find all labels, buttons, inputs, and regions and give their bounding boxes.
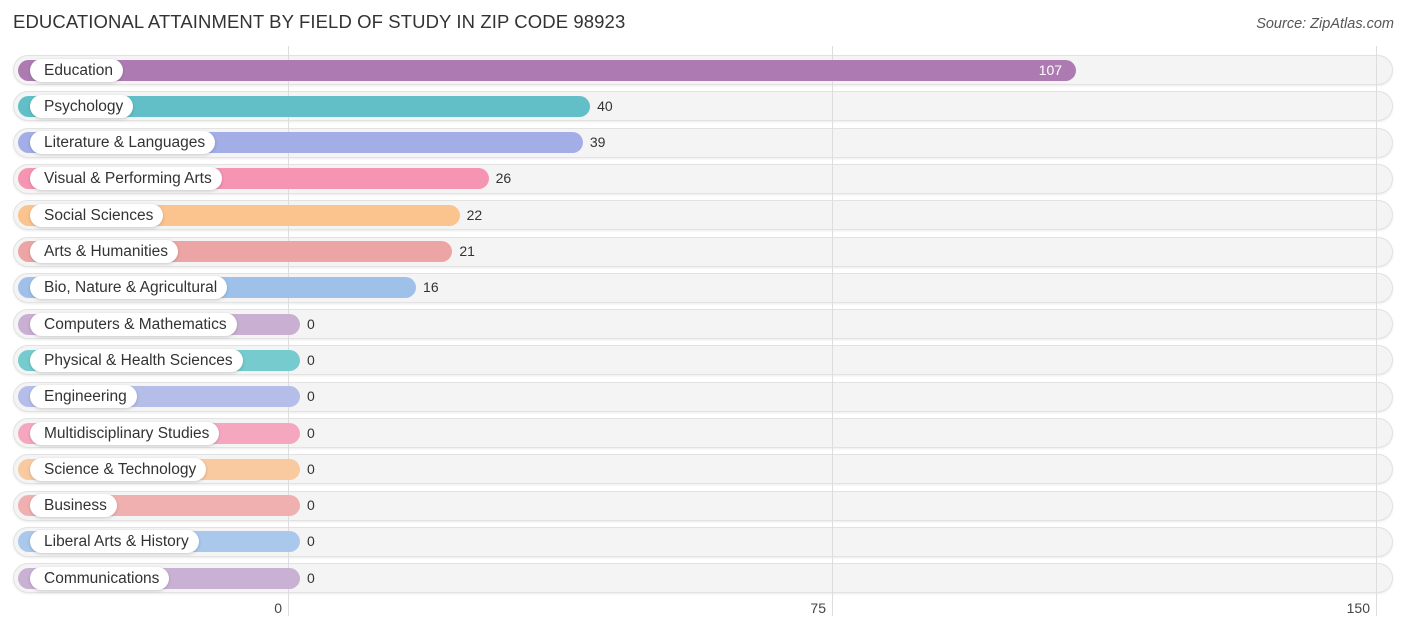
value-label: 107 <box>1038 61 1063 78</box>
category-label: Social Sciences <box>30 203 164 227</box>
gridline <box>832 46 833 616</box>
value-label: 21 <box>459 243 475 259</box>
category-label: Literature & Languages <box>30 131 216 155</box>
value-label: 26 <box>495 170 512 187</box>
value-label: 22 <box>466 206 483 223</box>
category-label: Visual & Performing Arts <box>30 167 222 191</box>
value-label: 0 <box>307 569 315 586</box>
category-label: Liberal Arts & History <box>30 530 199 554</box>
category-label: Business <box>30 494 117 518</box>
value-label: 0 <box>307 497 315 514</box>
category-label: Physical & Health Sciences <box>30 348 243 372</box>
category-label: Communications <box>30 566 170 590</box>
category-label: Engineering <box>30 385 137 409</box>
value-label: 16 <box>423 279 439 296</box>
value-label: 0 <box>307 351 315 368</box>
value-label: 0 <box>307 460 315 477</box>
x-tick-label: 75 <box>810 600 826 616</box>
value-label: 0 <box>307 315 315 332</box>
value-label: 40 <box>597 97 613 114</box>
gridline <box>1376 46 1377 616</box>
bar-chart: 0 75 150 Education 107 Psychology 40 Literature… <box>0 0 1406 631</box>
bar[interactable] <box>18 59 1077 81</box>
category-label: Education <box>30 58 123 82</box>
x-tick-label: 0 <box>274 600 282 616</box>
value-label: 0 <box>307 533 315 550</box>
value-label: 39 <box>589 134 606 151</box>
category-label: Arts & Humanities <box>30 240 179 263</box>
category-label: Science & Technology <box>30 457 207 481</box>
value-label: 0 <box>307 424 315 441</box>
x-tick-label: 150 <box>1346 600 1370 616</box>
category-label: Bio, Nature & Agricultural <box>30 276 228 300</box>
category-label: Multidisciplinary Studies <box>30 421 220 445</box>
category-label: Computers & Mathematics <box>30 312 237 336</box>
value-label: 0 <box>307 388 315 405</box>
category-label: Psychology <box>30 94 134 118</box>
